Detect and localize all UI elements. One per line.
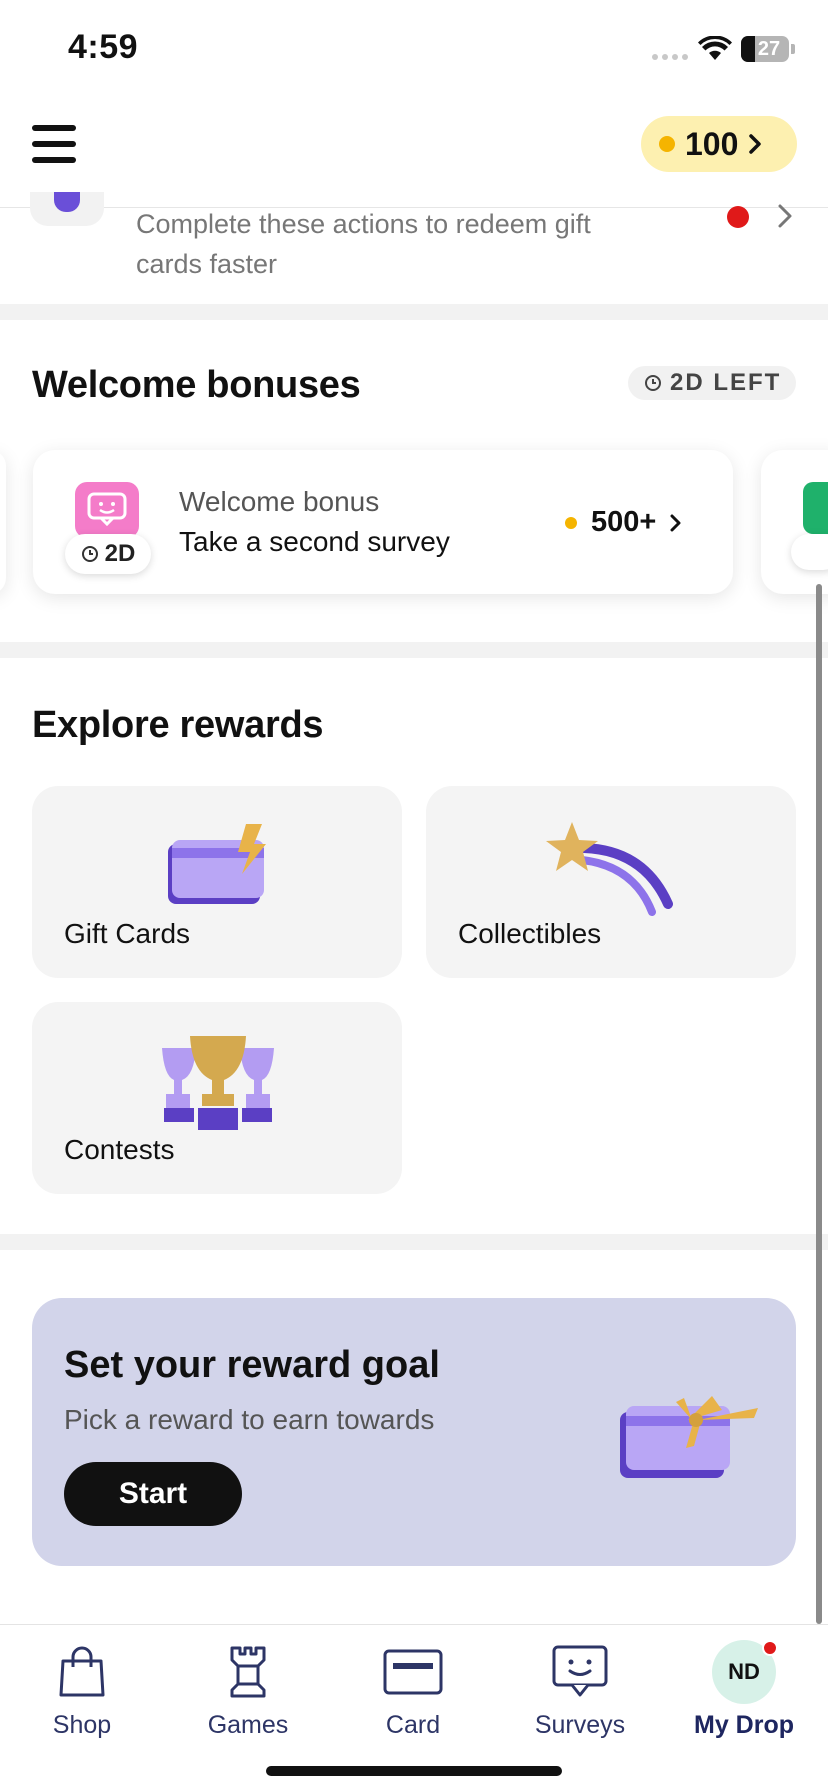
contests-tile[interactable]: Contests xyxy=(32,1002,402,1194)
home-indicator[interactable] xyxy=(266,1766,562,1776)
gift-cards-tile[interactable]: Gift Cards xyxy=(32,786,402,978)
bonus-icon xyxy=(803,482,828,534)
chevron-right-icon xyxy=(749,134,762,154)
nav-card-label: Card xyxy=(385,1711,441,1739)
explore-rewards-title: Explore rewards xyxy=(32,704,324,746)
points-value: 100 xyxy=(685,125,739,162)
shield-icon xyxy=(30,192,104,226)
survey-chat-icon xyxy=(552,1645,608,1697)
shopping-bag-icon xyxy=(59,1646,105,1697)
bonus-label: Welcome bonus xyxy=(179,486,380,517)
nav-surveys[interactable]: Surveys xyxy=(510,1641,650,1751)
gift-card-bow-icon xyxy=(620,1396,758,1478)
coin-icon xyxy=(659,136,675,152)
redeem-faster-banner-text[interactable]: Complete these actions to redeem gift ca… xyxy=(136,204,636,284)
bonus-subtitle: Take a second survey xyxy=(179,526,450,557)
reward-goal-card: Set your reward goal Pick a reward to ea… xyxy=(32,1298,796,1566)
battery-icon: 27 xyxy=(741,36,789,62)
status-bar: 4:59 27 xyxy=(0,0,828,100)
welcome-bonuses-title: Welcome bonuses xyxy=(32,364,361,406)
gift-cards-label: Gift Cards xyxy=(64,918,191,949)
bonus-points: 500+ xyxy=(591,506,657,538)
avatar: ND xyxy=(712,1640,778,1704)
rook-icon xyxy=(230,1646,266,1698)
wifi-icon xyxy=(698,36,732,60)
collectibles-tile[interactable]: Collectibles xyxy=(426,786,796,978)
bonus-timer-badge: 2D xyxy=(65,534,151,574)
nav-my-drop-label: My Drop xyxy=(694,1711,794,1739)
clock-icon xyxy=(81,546,98,562)
battery-tip xyxy=(791,44,795,54)
reward-goal-title: Set your reward goal xyxy=(64,1344,440,1386)
days-left-text: 2D LEFT xyxy=(670,369,782,396)
section-divider xyxy=(0,304,828,320)
chevron-right-icon[interactable] xyxy=(777,203,793,229)
next-bonus-card[interactable] xyxy=(761,450,828,594)
points-balance-button[interactable]: 100 xyxy=(641,116,797,172)
menu-icon[interactable] xyxy=(32,125,76,163)
nav-card[interactable]: Card xyxy=(343,1641,483,1751)
section-divider xyxy=(0,1234,828,1250)
start-button[interactable]: Start xyxy=(64,1462,242,1526)
nav-surveys-label: Surveys xyxy=(534,1711,626,1739)
previous-bonus-card[interactable] xyxy=(0,450,6,594)
shooting-star-icon xyxy=(546,822,673,916)
nav-games-label: Games xyxy=(207,1711,289,1739)
bonus-timer-badge xyxy=(791,534,828,570)
nav-my-drop[interactable]: ND My Drop xyxy=(674,1640,814,1751)
avatar-initials: ND xyxy=(728,1659,760,1684)
nav-shop-label: Shop xyxy=(52,1711,112,1739)
cellular-signal-icon xyxy=(652,54,688,60)
welcome-bonus-card[interactable]: 2D Welcome bonus Take a second survey 50… xyxy=(33,450,733,594)
collectibles-label: Collectibles xyxy=(458,918,602,949)
nav-games[interactable]: Games xyxy=(178,1641,318,1751)
days-left-badge: 2D LEFT xyxy=(628,366,796,400)
scrollbar[interactable] xyxy=(816,584,822,1624)
credit-card-icon xyxy=(383,1649,443,1695)
status-time: 4:59 xyxy=(68,28,139,66)
section-divider xyxy=(0,642,828,658)
gift-card-icon xyxy=(168,824,266,904)
contests-label: Contests xyxy=(64,1134,175,1165)
bonus-timer-text: 2D xyxy=(104,540,136,567)
app-header: 100 xyxy=(0,100,828,208)
battery-level: 27 xyxy=(757,38,781,60)
reward-goal-subtitle: Pick a reward to earn towards xyxy=(64,1404,435,1435)
notification-dot xyxy=(727,206,749,228)
survey-chat-icon xyxy=(75,482,139,538)
notification-dot xyxy=(762,1640,778,1656)
chevron-right-icon xyxy=(670,514,681,531)
nav-shop[interactable]: Shop xyxy=(12,1641,152,1751)
trophies-icon xyxy=(162,1036,274,1130)
clock-icon xyxy=(645,375,661,391)
coin-icon xyxy=(565,516,577,529)
bonus-reward: 500+ xyxy=(565,506,682,539)
